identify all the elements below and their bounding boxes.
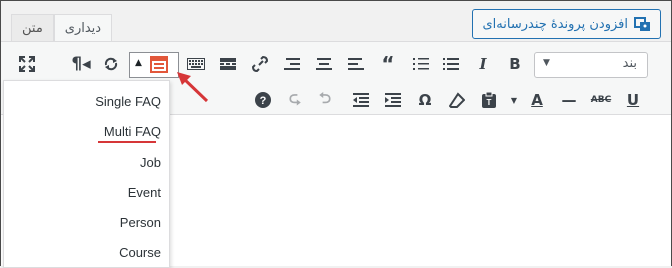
annotation-arrow-icon <box>177 72 209 103</box>
editor-frame: افزودن پروندهٔ چندرسانه‌ای متن دیداری بن… <box>0 0 672 268</box>
